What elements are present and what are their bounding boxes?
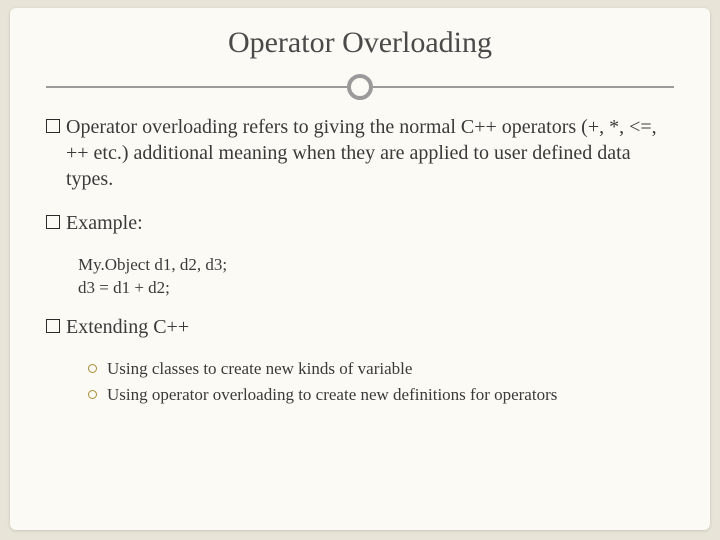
bullet-text: Operator overloading refers to giving th… [66,114,674,192]
bullet-text: Extending C++ [66,314,674,340]
square-bullet-icon [46,215,60,229]
slide: Operator Overloading Operator overloadin… [10,8,710,530]
circle-bullet-icon [88,390,97,399]
square-bullet-icon [46,119,60,133]
slide-title: Operator Overloading [46,26,674,60]
slide-content: Operator overloading refers to giving th… [46,114,674,406]
sub-item-text: Using classes to create new kinds of var… [107,358,412,380]
circle-bullet-icon [88,364,97,373]
divider-circle-icon [347,74,373,100]
code-line: d3 = d1 + d2; [78,277,674,300]
title-divider [46,70,674,104]
bullet-point: Extending C++ [46,314,674,340]
sub-list: Using classes to create new kinds of var… [88,358,674,406]
bullet-point: Example: [46,210,674,236]
example-code: My.Object d1, d2, d3; d3 = d1 + d2; [78,254,674,300]
square-bullet-icon [46,319,60,333]
bullet-text: Example: [66,210,674,236]
sub-list-item: Using operator overloading to create new… [88,384,674,406]
sub-list-item: Using classes to create new kinds of var… [88,358,674,380]
code-line: My.Object d1, d2, d3; [78,254,674,277]
bullet-point: Operator overloading refers to giving th… [46,114,674,192]
sub-item-text: Using operator overloading to create new… [107,384,557,406]
